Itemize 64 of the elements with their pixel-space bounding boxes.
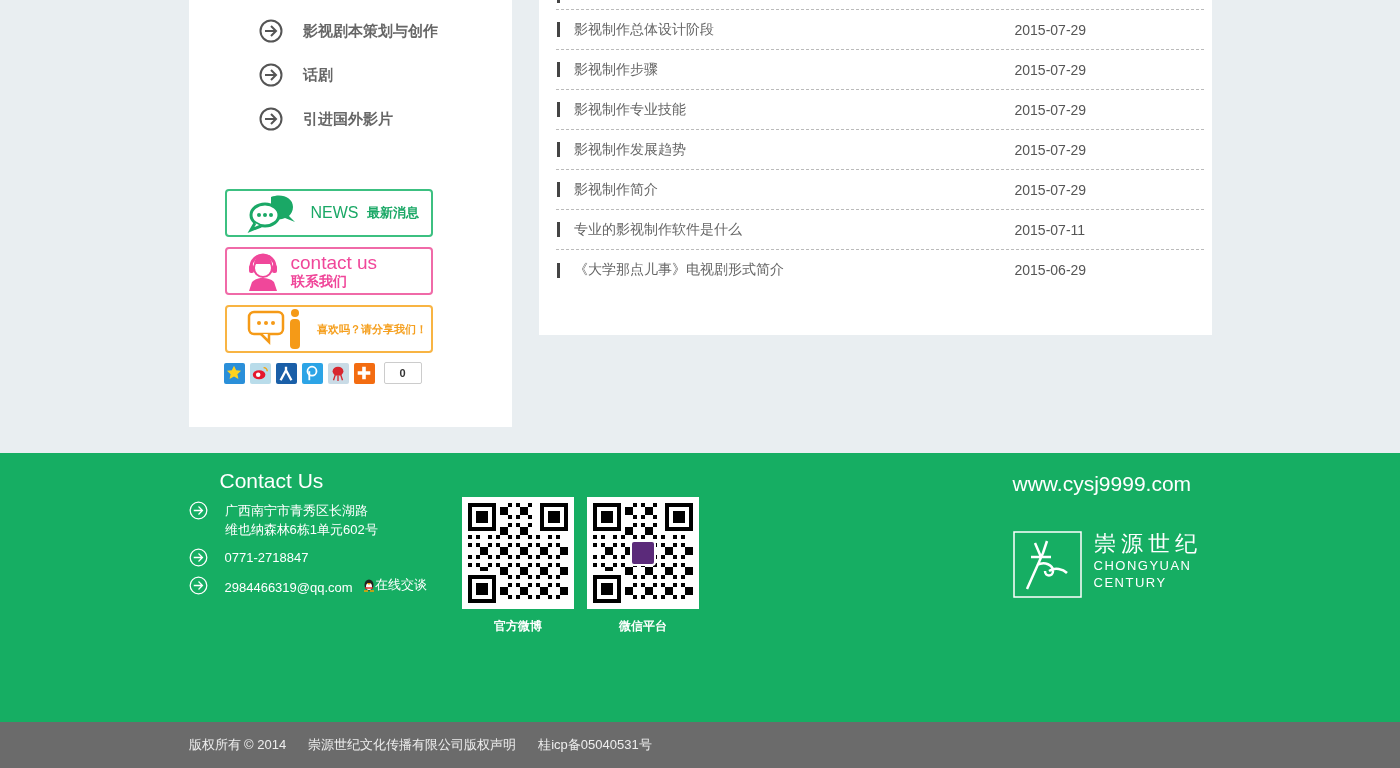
row-marker [556, 142, 560, 157]
news-date: 2015-07-29 [1014, 141, 1087, 158]
brand-latin-name: CHONGYUAN [1093, 557, 1193, 574]
share-button[interactable] [223, 362, 245, 384]
news-date: 2015-07-11 [1014, 221, 1086, 238]
headset-person-icon [246, 251, 279, 291]
qr-caption: 微信平台 [618, 618, 667, 635]
sidebar-menu-item[interactable]: 影视剧本策划与创作 [188, 9, 512, 53]
brand-name: 崇源世纪 [1093, 531, 1202, 557]
row-marker [556, 262, 560, 278]
news-title-link[interactable]: 《大学那点儿事》电视剧形式简介 [573, 261, 1015, 279]
news-title-link[interactable]: 影视制作发展趋势 [573, 140, 1015, 159]
plus-icon [355, 364, 373, 382]
arrow-circle-icon [188, 576, 208, 595]
person-icon [277, 364, 295, 382]
news-date: 2015-07-29 [1014, 101, 1087, 118]
star-icon [225, 364, 243, 382]
arrow-circle-icon [258, 107, 283, 131]
row-marker [556, 222, 560, 237]
contact-text: 0771-2718847 [224, 550, 309, 565]
banner-link[interactable]: NEWS 最新消息 [224, 189, 433, 237]
banner-subtitle: 最新消息 [366, 205, 419, 221]
news-title-link[interactable]: 影视制作总体设计阶段 [573, 20, 1015, 39]
row-marker [556, 182, 560, 197]
website-link[interactable]: www.cysj9999.com [1012, 472, 1192, 496]
share-count: 0 [383, 362, 422, 384]
news-date: 2015-06-29 [1014, 262, 1087, 278]
row-marker [556, 0, 560, 3]
row-marker [556, 22, 560, 37]
arrow-circle-icon [188, 501, 208, 520]
news-title-link[interactable]: 影视制作简介 [573, 180, 1015, 199]
penguin-icon [362, 578, 375, 592]
news-date: 2015-07-29 [1014, 181, 1087, 198]
banner-title: contact us [290, 252, 378, 274]
arrow-circle-icon [258, 63, 283, 87]
banner-subtitle: 联系我们 [290, 273, 347, 290]
news-title-link[interactable]: 影视制作步骤 [573, 60, 1015, 79]
online-chat-link[interactable]: 在线交谈 [362, 576, 427, 594]
news-title-link[interactable]: 专业的影视制作软件是什么 [573, 220, 1015, 239]
arrow-circle-icon [258, 19, 283, 43]
news-title-link[interactable]: 影视制作专业技能 [573, 100, 1015, 119]
brand-latin-name: CENTURY [1093, 574, 1168, 591]
contact-text: 广西南宁市青秀区长湖路 [224, 503, 368, 518]
contact-text: 2984466319@qq.com [224, 580, 353, 595]
contact-text: 维也纳森林6栋1单元602号 [224, 522, 378, 537]
banner-title: 喜欢吗？请分享我们！ [316, 322, 427, 336]
sidebar-menu-item[interactable]: 话剧 [188, 53, 512, 97]
row-marker [556, 102, 560, 117]
eye-icon [251, 364, 269, 382]
banner-title: NEWS [310, 204, 359, 222]
share-button[interactable] [275, 362, 297, 384]
copyright-text: 版权所有 © 2014 [188, 736, 287, 754]
contact-heading: Contact Us [218, 469, 325, 493]
share-button[interactable] [249, 362, 271, 384]
banner-link[interactable]: contact us 联系我们 [224, 247, 433, 295]
copyright-text: 崇源世纪文化传播有限公司版权声明 [308, 736, 517, 754]
news-date: 2015-07-29 [1014, 61, 1087, 78]
copyright-text: 桂icp备05040531号 [538, 736, 652, 754]
qr-caption: 官方微博 [493, 618, 542, 635]
row-marker [556, 62, 560, 77]
sidebar-menu-item[interactable]: 引进国外影片 [188, 97, 512, 141]
news-date: 2015-07-29 [1014, 21, 1087, 38]
share-button[interactable] [353, 362, 375, 384]
arrow-circle-icon [188, 548, 208, 567]
